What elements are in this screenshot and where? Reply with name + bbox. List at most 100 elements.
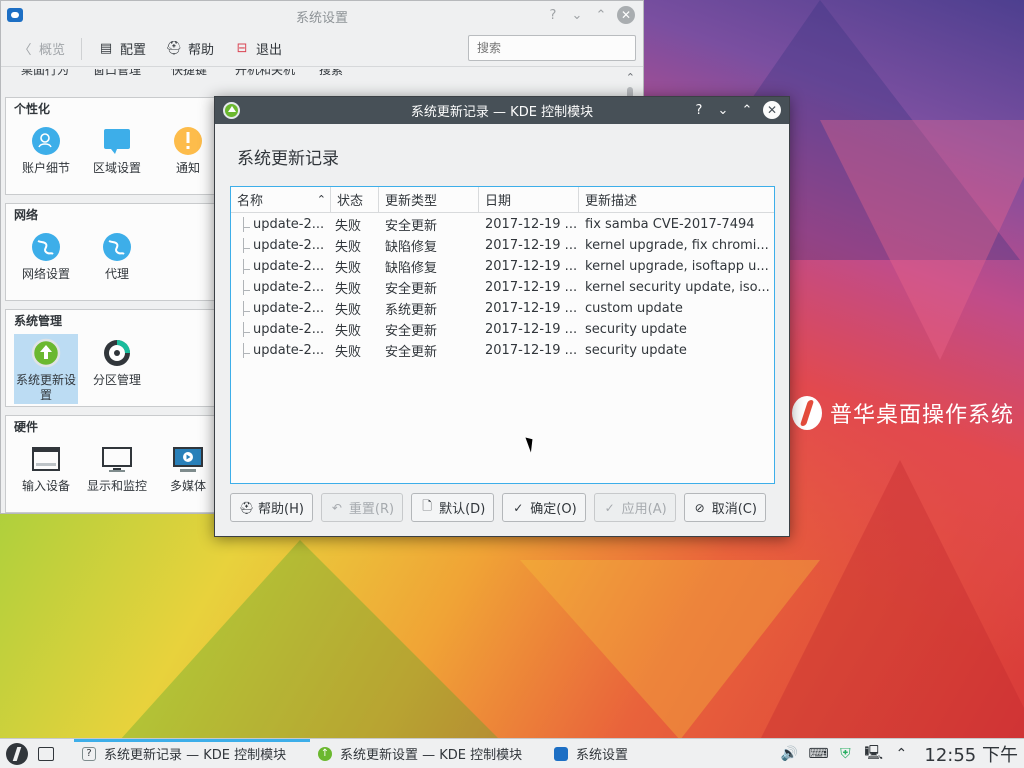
search-input[interactable]: [468, 35, 636, 61]
close-icon[interactable]: ✕: [763, 101, 781, 119]
category-title: 个性化: [14, 102, 51, 116]
ok-button[interactable]: ✓ 确定(O): [502, 493, 586, 522]
partition-icon: [104, 340, 130, 366]
table-row[interactable]: update-2... 失败 安全更新 2017-12-19 ... secur…: [231, 340, 774, 361]
item-account-details[interactable]: 账户细节: [14, 122, 78, 192]
button-label: 重置(R): [348, 502, 395, 517]
cell-type: 安全更新: [385, 345, 438, 360]
toolbar-separator: [81, 37, 83, 60]
document-revert-icon: 🗋: [422, 499, 432, 513]
item-network-settings[interactable]: 网络设置: [14, 228, 78, 298]
item-notifications[interactable]: 通知: [156, 122, 220, 192]
cell-date: 2017-12-19 ...: [485, 322, 578, 337]
cell-description: kernel upgrade, isoftapp u...: [585, 259, 769, 274]
cancel-button[interactable]: ⊘ 取消(C): [683, 493, 766, 522]
maximize-icon[interactable]: ⌃: [739, 101, 755, 119]
item-label: 分区管理: [92, 373, 141, 387]
help-icon[interactable]: ?: [691, 101, 707, 119]
clock[interactable]: 12:55 下午: [924, 741, 1018, 767]
configure-button[interactable]: ▤ 配置: [90, 35, 154, 62]
column-label: 名称: [237, 194, 264, 209]
quit-button[interactable]: ⊟ 退出: [226, 35, 290, 62]
table-row[interactable]: update-2... 失败 系统更新 2017-12-19 ... custo…: [231, 298, 774, 319]
taskbar: ? 系统更新记录 — KDE 控制模块 ↑ 系统更新设置 — KDE 控制模块 …: [0, 738, 1024, 768]
app-launcher-icon[interactable]: [6, 742, 28, 765]
quit-label: 退出: [256, 43, 283, 58]
column-label: 日期: [485, 194, 512, 209]
item-partition-manager[interactable]: 分区管理: [85, 334, 149, 404]
volume-icon[interactable]: 🔊: [780, 746, 798, 762]
dialog-button-row: ⛑ 帮助(H) ↶ 重置(R) 🗋 默认(D) ✓ 确定(O) ✓ 应用(A) …: [230, 493, 766, 522]
item-multimedia[interactable]: 多媒体: [156, 440, 220, 510]
cell-date: 2017-12-19 ...: [485, 238, 578, 253]
dialog-titlebar[interactable]: 系统更新记录 — KDE 控制模块 ? ⌄ ⌃ ✕: [215, 97, 789, 124]
task-update-settings[interactable]: ↑ 系统更新设置 — KDE 控制模块: [310, 739, 546, 768]
tray-expand-icon[interactable]: ⌃: [892, 746, 910, 762]
column-header-type[interactable]: 更新类型: [379, 187, 479, 212]
table-row[interactable]: update-2... 失败 安全更新 2017-12-19 ... kerne…: [231, 277, 774, 298]
help-window-icon: ?: [82, 746, 96, 761]
update-history-table: 名称 ⌃ 状态 更新类型 日期 更新描述 update-2... 失败 安全更新…: [230, 186, 775, 484]
column-header-status[interactable]: 状态: [331, 187, 379, 212]
item-system-update-settings[interactable]: 系统更新设置: [14, 334, 78, 404]
cell-date: 2017-12-19 ...: [485, 343, 578, 358]
category-title: 硬件: [14, 420, 39, 434]
close-icon[interactable]: ✕: [617, 6, 635, 24]
maximize-icon[interactable]: ⌃: [593, 7, 609, 23]
table-row[interactable]: update-2... 失败 缺陷修复 2017-12-19 ... kerne…: [231, 235, 774, 256]
quit-icon: ⊟: [236, 41, 248, 56]
help-button[interactable]: ⛑ 帮助(H): [230, 493, 313, 522]
keyboard-layout-icon[interactable]: ⌨: [808, 746, 828, 762]
configure-label: 配置: [120, 43, 147, 58]
cell-status: 失败: [335, 261, 362, 276]
account-icon: [32, 127, 60, 155]
network-icon[interactable]: 🖳: [864, 742, 883, 766]
cell-status: 失败: [335, 324, 362, 339]
help-icon[interactable]: ?: [545, 7, 561, 23]
item-label: 显示和监控: [86, 479, 147, 493]
item-display-monitor[interactable]: 显示和监控: [85, 440, 149, 510]
cut-label: 桌面行为: [21, 69, 70, 77]
cell-name: update-2...: [231, 343, 331, 358]
show-desktop-icon[interactable]: [38, 746, 54, 761]
monitor-icon: [102, 447, 132, 472]
column-header-date[interactable]: 日期: [479, 187, 579, 212]
apply-button[interactable]: ✓ 应用(A): [593, 493, 676, 522]
back-label: 概览: [39, 43, 66, 58]
item-proxy[interactable]: 代理: [85, 228, 149, 298]
back-button[interactable]: 〈 概览: [9, 35, 73, 62]
scroll-up-arrow-icon[interactable]: ⌃: [626, 71, 635, 84]
category-title: 网络: [14, 208, 39, 222]
column-header-description[interactable]: 更新描述: [579, 187, 774, 212]
cell-description: security update: [585, 343, 687, 358]
cancel-icon: ⊘: [694, 500, 705, 515]
brand-logo-icon: [791, 396, 822, 430]
cell-description: kernel security update, iso...: [585, 280, 770, 295]
cell-status: 失败: [335, 240, 362, 255]
task-update-history[interactable]: ? 系统更新记录 — KDE 控制模块: [74, 738, 310, 768]
security-shield-icon[interactable]: ⛨: [836, 746, 854, 762]
table-row[interactable]: update-2... 失败 缺陷修复 2017-12-19 ... kerne…: [231, 256, 774, 277]
brand-text: 普华桌面操作系统: [829, 403, 1014, 428]
minimize-icon[interactable]: ⌄: [715, 101, 731, 119]
minimize-icon[interactable]: ⌄: [569, 7, 585, 23]
settings-titlebar[interactable]: 系统设置 ? ⌄ ⌃ ✕: [1, 1, 643, 31]
item-label: 代理: [104, 267, 129, 281]
item-locale[interactable]: 区域设置: [85, 122, 149, 192]
table-row[interactable]: update-2... 失败 安全更新 2017-12-19 ... secur…: [231, 319, 774, 340]
cell-date: 2017-12-19 ...: [485, 301, 578, 316]
column-header-name[interactable]: 名称 ⌃: [231, 187, 331, 212]
help-button[interactable]: ⛑ 帮助: [158, 35, 222, 62]
item-label: 多媒体: [169, 479, 206, 493]
cell-type: 缺陷修复: [385, 261, 438, 276]
keyboard-icon: [32, 447, 60, 471]
cut-label: 快捷键: [171, 69, 208, 77]
item-input-devices[interactable]: 输入设备: [14, 440, 78, 510]
dialog-heading: 系统更新记录: [237, 149, 339, 169]
cell-type: 安全更新: [385, 324, 438, 339]
table-row[interactable]: update-2... 失败 安全更新 2017-12-19 ... fix s…: [231, 214, 774, 235]
task-system-settings[interactable]: 系统设置: [546, 739, 636, 768]
cell-description: kernel upgrade, fix chromi...: [585, 238, 769, 253]
reset-button[interactable]: ↶ 重置(R): [320, 493, 404, 522]
defaults-button[interactable]: 🗋 默认(D): [411, 493, 495, 522]
